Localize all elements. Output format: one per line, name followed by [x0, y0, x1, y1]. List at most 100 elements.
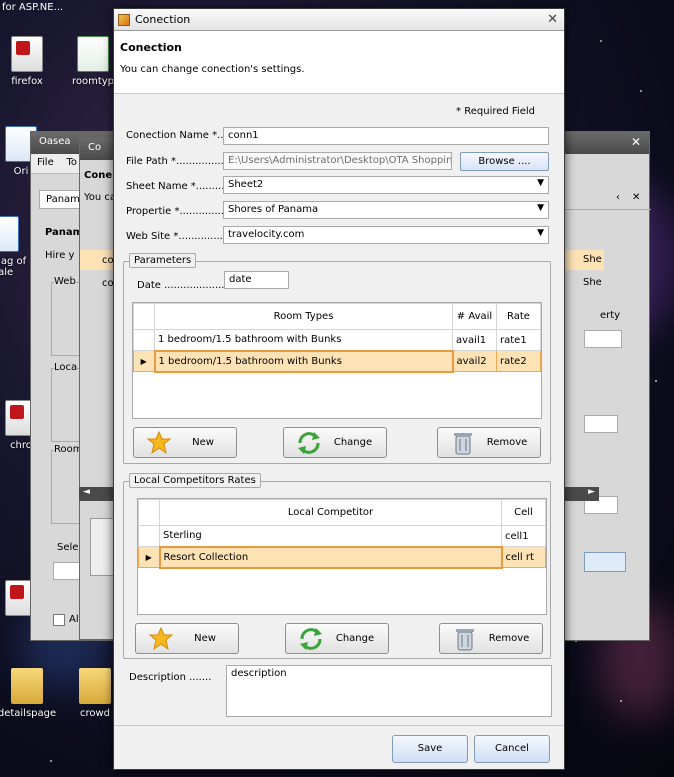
- conection-dialog[interactable]: Conection ✕ Conection You can change con…: [113, 8, 565, 770]
- fragment-text: You ca: [84, 192, 117, 203]
- room-types-grid[interactable]: Room Types # Avail Rate 1 bedroom/1.5 ba…: [132, 302, 542, 419]
- close-icon[interactable]: ✕: [547, 12, 558, 27]
- fragment-button[interactable]: [584, 552, 626, 572]
- desktop-icon-label: roomtyp: [71, 76, 115, 87]
- room-type-cell[interactable]: 1 bedroom/1.5 bathroom with Bunks: [154, 329, 453, 351]
- background-window-right[interactable]: ✕ ‹ ✕ She She erty: [563, 131, 651, 641]
- desktop-top-text: for ASP.NE...: [2, 2, 64, 13]
- desktop-icon-detailspage[interactable]: detailspage: [0, 668, 62, 719]
- local-competitors-grid[interactable]: Local Competitor Cell Sterling cell1 ▶ R…: [137, 498, 547, 615]
- star: [620, 700, 622, 702]
- remove-parameter-button[interactable]: Remove: [437, 427, 541, 458]
- table-row-selected[interactable]: ▶ 1 bedroom/1.5 bathroom with Bunks avai…: [133, 349, 541, 373]
- parameters-group: Parameters Date .................... dat…: [123, 253, 551, 464]
- menu-item-file[interactable]: File: [37, 157, 54, 168]
- rate-cell[interactable]: rate1: [496, 329, 541, 351]
- desktop-icon-label: detailspage: [0, 708, 57, 719]
- app-icon: [118, 13, 130, 26]
- change-parameter-button[interactable]: Change: [283, 427, 387, 458]
- fragment-text: Cone: [84, 170, 113, 181]
- excel-file-icon: [77, 36, 109, 72]
- competitor-cell[interactable]: Resort Collection: [158, 545, 503, 569]
- change-competitor-button[interactable]: Change: [285, 623, 389, 654]
- column-header-rate[interactable]: Rate: [496, 303, 541, 330]
- room-type-cell[interactable]: 1 bedroom/1.5 bathroom with Bunks: [153, 349, 454, 373]
- menu-item-tools[interactable]: To: [66, 157, 77, 168]
- column-header-cell[interactable]: Cell: [501, 499, 546, 526]
- button-label: New: [192, 437, 214, 448]
- desktop-icon-label: Manag of sale: [0, 256, 27, 278]
- fragment-dropdown[interactable]: [584, 330, 622, 348]
- fragment-dropdown[interactable]: [584, 415, 618, 433]
- avail-cell[interactable]: avail1: [452, 329, 497, 351]
- propertie-label: Propertie *..................: [126, 206, 237, 217]
- competitor-cell[interactable]: Sterling: [159, 525, 502, 547]
- grid-header-row: Local Competitor Cell: [138, 499, 546, 526]
- fragment-text: Hire y: [45, 250, 75, 261]
- save-button[interactable]: Save: [392, 735, 468, 763]
- row-pointer-icon[interactable]: ▶: [133, 350, 155, 372]
- row-header[interactable]: [138, 525, 160, 547]
- rate-cell[interactable]: rate2: [496, 350, 541, 372]
- close-icon[interactable]: ✕: [631, 135, 641, 149]
- new-competitor-button[interactable]: New: [135, 623, 239, 654]
- button-label: New: [194, 633, 216, 644]
- conection-name-input[interactable]: conn1: [223, 127, 549, 145]
- fragment-text: Panam: [45, 227, 84, 238]
- desktop-icon-label: crowd: [79, 708, 111, 719]
- avail-cell[interactable]: avail2: [452, 350, 497, 372]
- button-label: Remove: [486, 437, 528, 448]
- word-file-icon: [0, 216, 19, 252]
- fragment-text: erty: [600, 310, 621, 321]
- website-select[interactable]: travelocity.com ▼: [223, 226, 549, 244]
- dropdown-arrow-icon: ▼: [537, 228, 544, 238]
- button-label: Change: [335, 633, 375, 644]
- fragment-text: co: [102, 255, 114, 266]
- date-input[interactable]: date: [224, 271, 289, 289]
- cancel-button[interactable]: Cancel: [474, 735, 550, 763]
- dialog-footer: Save Cancel: [114, 725, 564, 769]
- fragment-tabs: ‹ ✕: [564, 188, 651, 210]
- table-row[interactable]: 1 bedroom/1.5 bathroom with Bunks avail1…: [133, 329, 541, 351]
- select-value: Sheet2: [228, 179, 264, 190]
- desktop-icon-manag[interactable]: Manag of sale: [0, 216, 28, 278]
- column-header-local-competitor[interactable]: Local Competitor: [159, 499, 502, 526]
- table-row[interactable]: Sterling cell1: [138, 525, 546, 547]
- fragment-text: co: [102, 278, 114, 289]
- description-textarea[interactable]: description: [226, 665, 552, 717]
- star: [50, 760, 52, 762]
- local-competitors-group-title: Local Competitors Rates: [129, 473, 261, 488]
- row-header[interactable]: [133, 329, 155, 351]
- select-value: travelocity.com: [228, 229, 305, 240]
- file-path-input[interactable]: E:\Users\Administrator\Desktop\OTA Shopp…: [223, 152, 452, 170]
- header-title: Conection: [120, 41, 182, 54]
- star: [640, 90, 642, 92]
- fragment-text: She: [583, 254, 602, 265]
- dropdown-arrow-icon: ▼: [537, 178, 544, 188]
- dropdown-arrow-icon: ▼: [537, 203, 544, 213]
- column-header-room-types[interactable]: Room Types: [154, 303, 453, 330]
- browse-button[interactable]: Browse ....: [460, 152, 549, 171]
- row-pointer-icon[interactable]: ▶: [138, 546, 160, 568]
- propertie-select[interactable]: Shores of Panama ▼: [223, 201, 549, 219]
- pdf-file-icon: [11, 36, 43, 72]
- folder-icon: [11, 668, 43, 704]
- sheet-name-select[interactable]: Sheet2 ▼: [223, 176, 549, 194]
- cell-cell[interactable]: cell rt: [501, 546, 546, 568]
- close-icon[interactable]: ✕: [632, 192, 640, 203]
- fragment-checkbox[interactable]: [53, 614, 65, 626]
- chevron-left-icon[interactable]: ‹: [616, 192, 620, 203]
- parameters-group-title: Parameters: [129, 253, 197, 268]
- remove-competitor-button[interactable]: Remove: [439, 623, 543, 654]
- table-row-selected[interactable]: ▶ Resort Collection cell rt: [138, 545, 546, 569]
- row-header-corner: [138, 499, 160, 526]
- button-label: Change: [333, 437, 373, 448]
- column-header-avail[interactable]: # Avail: [452, 303, 497, 330]
- scroll-right-icon[interactable]: ►: [588, 487, 595, 497]
- scroll-left-icon[interactable]: ◄: [83, 487, 90, 497]
- cell-cell[interactable]: cell1: [501, 525, 546, 547]
- new-parameter-button[interactable]: New: [133, 427, 237, 458]
- desktop-icon-firefox[interactable]: firefox: [0, 36, 62, 87]
- dialog-titlebar: Conection ✕: [114, 9, 564, 31]
- grid-header-row: Room Types # Avail Rate: [133, 303, 541, 330]
